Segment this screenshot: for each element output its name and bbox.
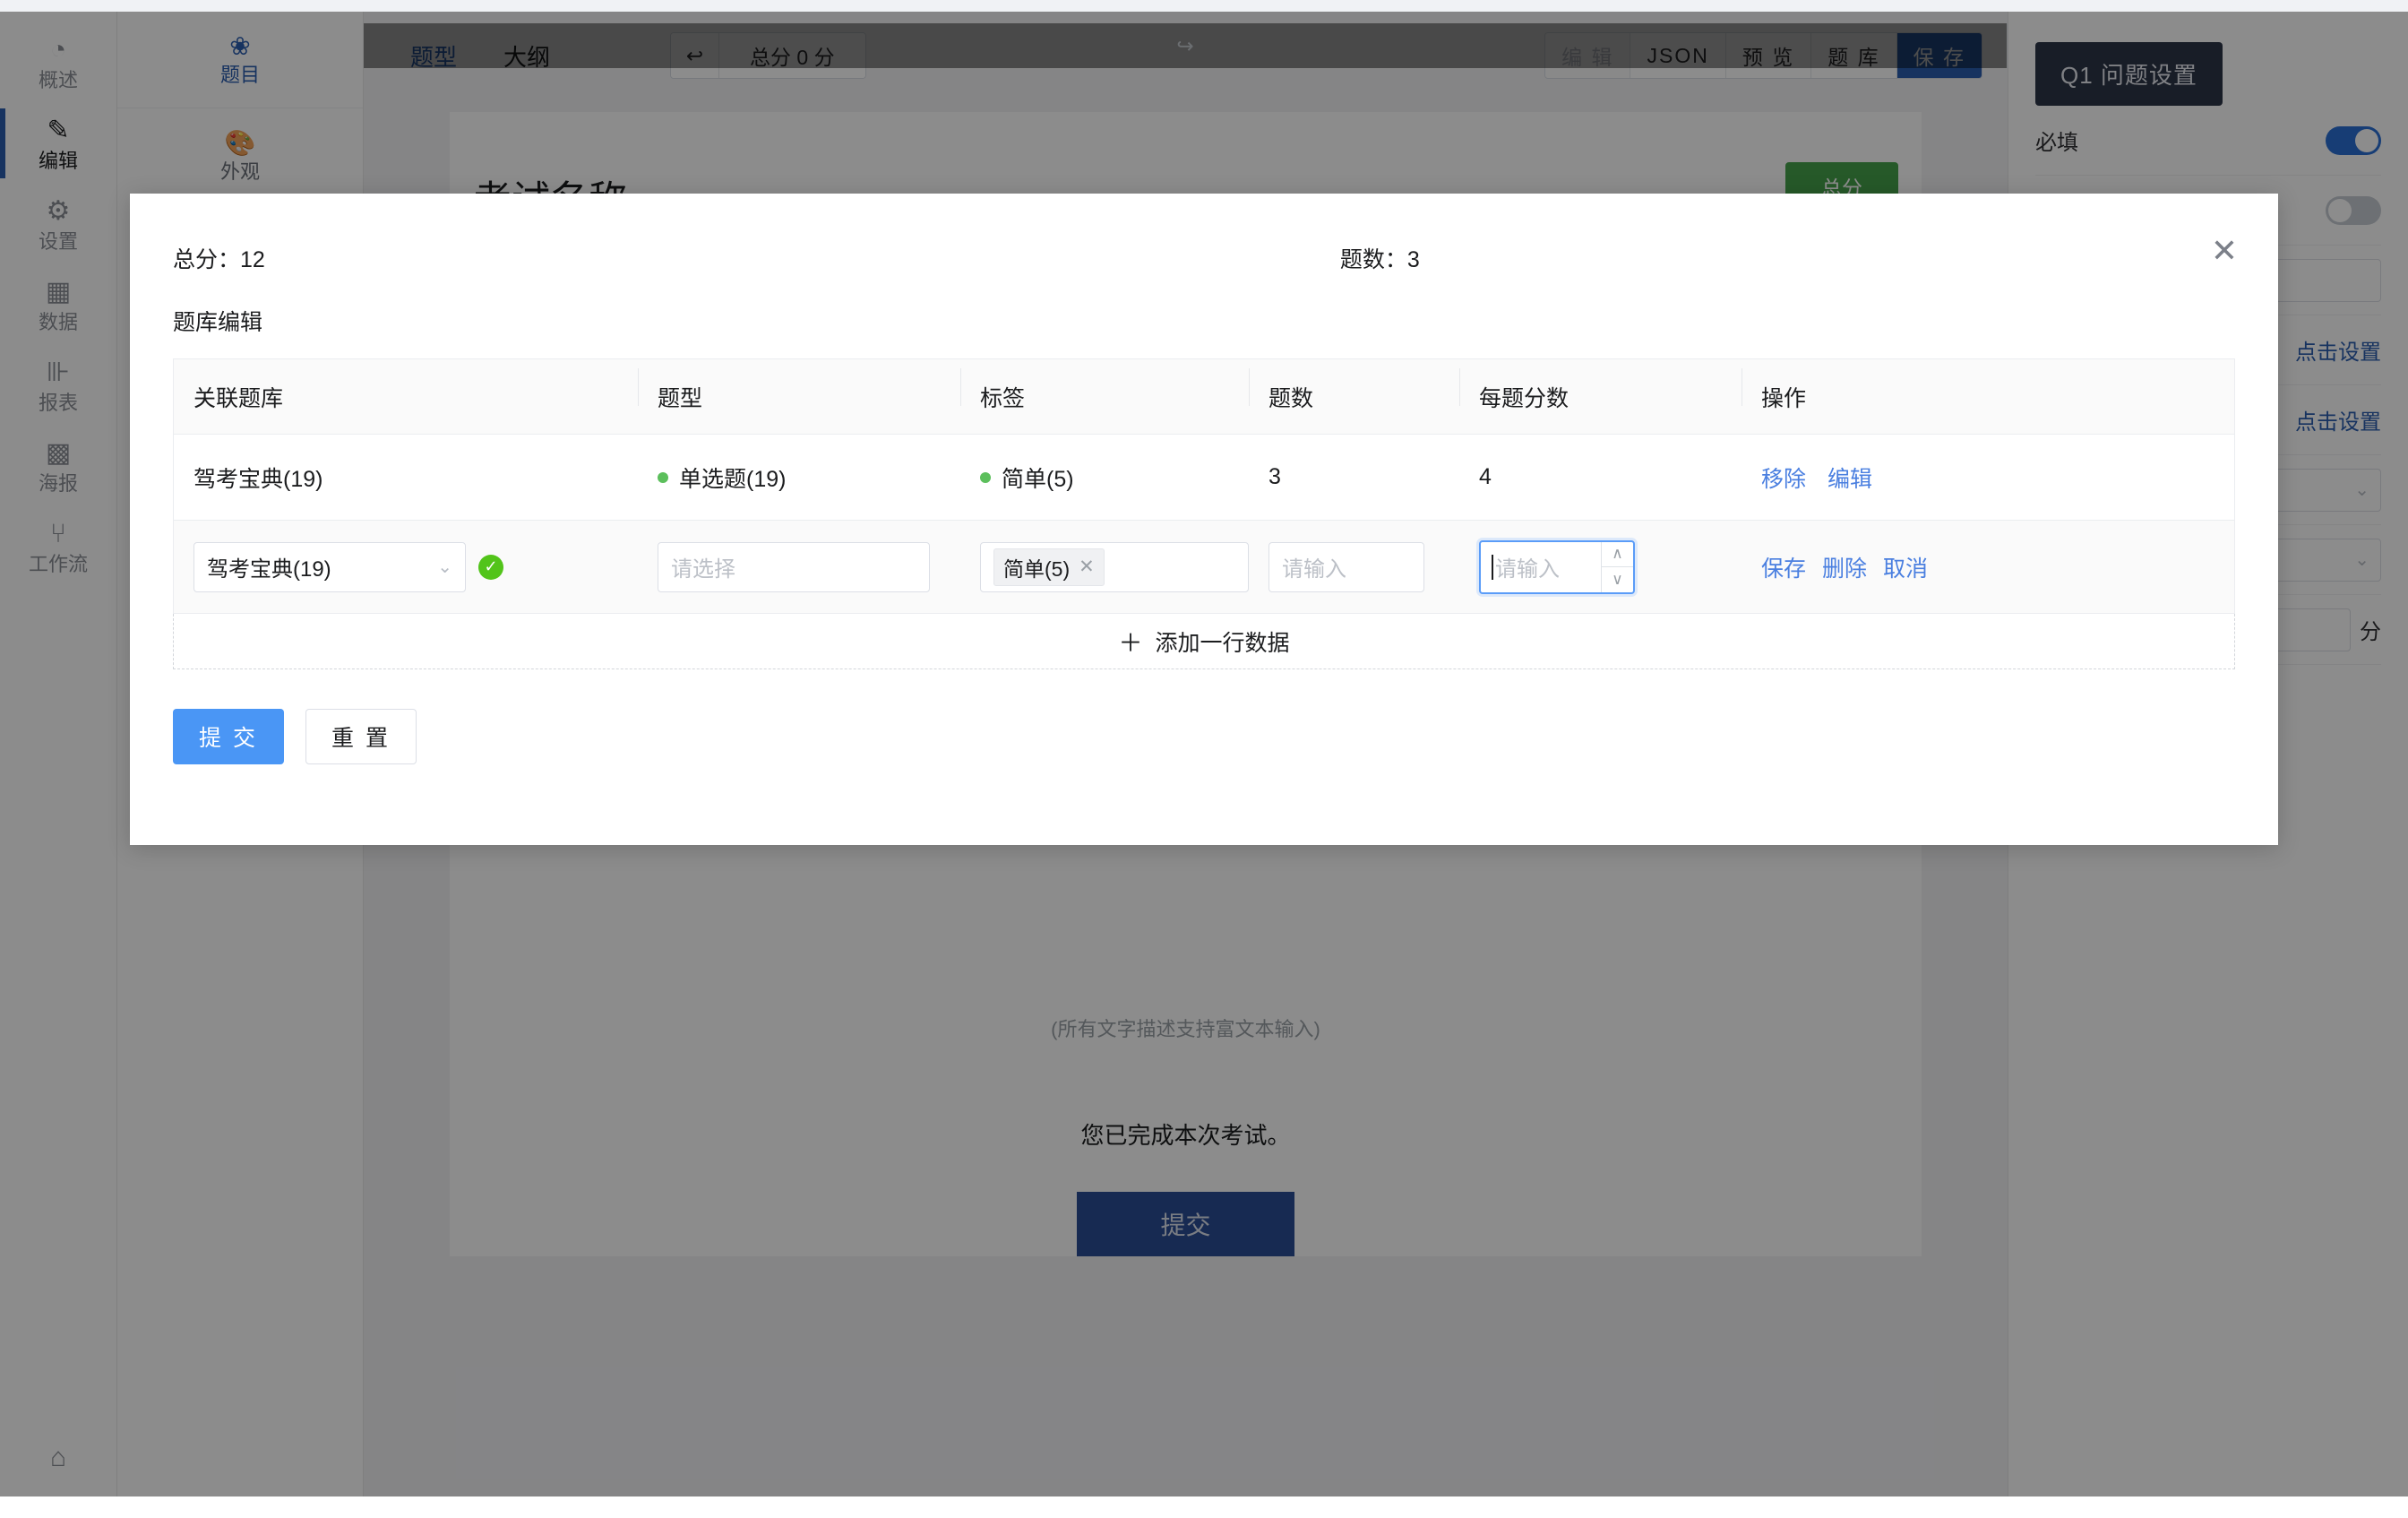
table-header-row: 关联题库 题型 标签 题数 每题分数 操作 <box>174 359 2234 435</box>
modal-summary: 总分：12 题数：3 <box>130 194 2278 274</box>
cell-qtype-text: 单选题(19) <box>679 466 787 492</box>
chevron-down-icon: ⌄ <box>437 557 452 577</box>
cell-tag-editor: 简单(5) ✕ <box>960 541 1249 592</box>
cell-actions-editor: 保存 删除 取消 <box>1742 551 2234 583</box>
cell-qtype-editor: 请选择 <box>638 541 960 592</box>
cell-count-editor: 请输入 <box>1249 541 1459 592</box>
close-small-icon[interactable]: ✕ <box>1079 556 1095 578</box>
bank-select[interactable]: 驾考宝典(19) ⌄ <box>194 541 466 592</box>
count-input[interactable]: 请输入 <box>1268 541 1424 592</box>
table-row-editing: 驾考宝典(19) ⌄ ✓ 请选择 简单(5) ✕ 请输入 请输入 ∧ ∨ 保存 … <box>174 521 2234 614</box>
question-bank-edit-modal: ✕ 总分：12 题数：3 题库编辑 关联题库 题型 标签 题数 每题分数 操作 … <box>130 194 2278 845</box>
question-count-label: 题数： <box>1339 247 1407 272</box>
tag-chip-label: 简单(5) <box>1003 556 1071 581</box>
window-top-gap <box>0 0 2408 12</box>
add-row-button[interactable]: ＋ 添加一行数据 <box>173 614 2235 669</box>
column-header-actions: 操作 <box>1742 367 2234 413</box>
total-score-summary: 总分：12 <box>173 242 265 274</box>
column-header-score: 每题分数 <box>1459 367 1742 413</box>
question-bank-table: 关联题库 题型 标签 题数 每题分数 操作 驾考宝典(19) 单选题(19) 简… <box>173 358 2235 614</box>
score-input-field[interactable]: 请输入 <box>1481 542 1601 592</box>
qtype-placeholder: 请选择 <box>671 557 735 582</box>
chevron-down-icon[interactable]: ∨ <box>1602 566 1633 592</box>
tag-chip: 简单(5) ✕ <box>993 548 1105 586</box>
question-count-value: 3 <box>1406 247 1420 272</box>
cell-count: 3 <box>1268 464 1281 489</box>
status-dot-icon <box>980 471 991 483</box>
cell-bank: 驾考宝典(19) <box>194 466 323 492</box>
number-stepper: ∧ ∨ <box>1601 541 1633 592</box>
bank-select-value: 驾考宝典(19) <box>207 557 331 582</box>
window-bottom-gap <box>0 1496 2408 1518</box>
cell-actions: 移除 编辑 <box>1742 461 2234 494</box>
delete-row-link[interactable]: 删除 <box>1822 551 1867 583</box>
total-score-label: 总分： <box>173 247 241 272</box>
cell-qtype: 单选题(19) <box>638 461 960 494</box>
chevron-up-icon[interactable]: ∧ <box>1602 542 1633 567</box>
status-dot-icon <box>658 471 668 483</box>
cell-bank-editor: 驾考宝典(19) ⌄ ✓ <box>174 541 638 592</box>
score-number-input[interactable]: 请输入 ∧ ∨ <box>1479 539 1635 594</box>
cancel-row-link[interactable]: 取消 <box>1883 551 1928 583</box>
check-circle-icon: ✓ <box>478 554 503 580</box>
add-row-label: 添加一行数据 <box>1155 630 1290 656</box>
remove-link[interactable]: 移除 <box>1761 461 1806 494</box>
close-icon[interactable]: ✕ <box>2205 231 2244 271</box>
cell-score-editor: 请输入 ∧ ∨ <box>1459 539 1742 594</box>
cell-score: 4 <box>1479 464 1492 489</box>
column-header-qtype: 题型 <box>638 367 960 413</box>
edit-link[interactable]: 编辑 <box>1828 461 1872 494</box>
reset-button[interactable]: 重 置 <box>305 709 417 764</box>
question-count-summary: 题数：3 <box>1340 242 1420 274</box>
submit-button[interactable]: 提 交 <box>173 709 284 764</box>
save-row-link[interactable]: 保存 <box>1761 551 1806 583</box>
column-header-tag: 标签 <box>960 367 1249 413</box>
total-score-value: 12 <box>240 247 265 272</box>
score-placeholder: 请输入 <box>1495 557 1560 582</box>
count-placeholder: 请输入 <box>1282 557 1346 582</box>
text-caret <box>1492 554 1493 580</box>
tag-select[interactable]: 简单(5) ✕ <box>980 541 1249 592</box>
screen: ◔ 概述 ✎ 编辑 ⚙ 设置 ▦ 数据 ⊪ 报表 ▩ 海报 ⑂ 工作流 ⌂ ❀ … <box>0 0 2408 1518</box>
column-header-bank: 关联题库 <box>194 385 284 411</box>
modal-subtitle: 题库编辑 <box>173 310 263 335</box>
modal-footer: 提 交 重 置 <box>130 669 2278 764</box>
table-row: 驾考宝典(19) 单选题(19) 简单(5) 3 4 移除 编辑 <box>174 435 2234 521</box>
plus-icon: ＋ <box>1118 630 1143 657</box>
cell-tag: 简单(5) <box>960 461 1249 494</box>
column-header-count: 题数 <box>1249 367 1459 413</box>
cell-tag-text: 简单(5) <box>1002 466 1074 492</box>
qtype-select[interactable]: 请选择 <box>658 541 930 592</box>
